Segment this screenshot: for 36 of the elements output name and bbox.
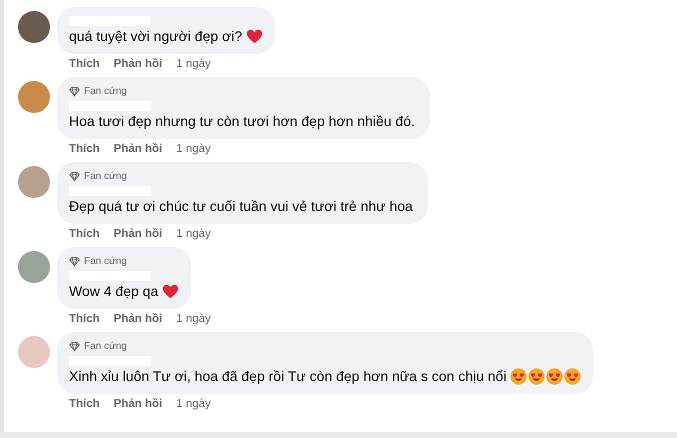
fan-label: Fan cứng [84,86,127,97]
comment-time[interactable]: 1 ngày [176,228,211,240]
reply-link[interactable]: Phản hồi [114,58,162,70]
reply-link[interactable]: Phản hồi [114,398,162,410]
comment-time[interactable]: 1 ngày [176,143,211,155]
like-link[interactable]: Thích [69,228,100,240]
fan-label: Fan cứng [84,171,127,182]
like-link[interactable]: Thích [69,58,100,70]
heart-icon [246,28,264,45]
comment-time[interactable]: 1 ngày [176,313,211,325]
comment-text: Đẹp quá tư ơi chúc tư cuối tuần vui vẻ tươi trẻ như hoa [69,197,413,216]
reply-link[interactable]: Phản hồi [114,228,162,240]
diamond-icon [69,171,80,182]
comment-text: Wow 4 đẹp qa [69,282,158,301]
like-link[interactable]: Thích [69,143,100,155]
avatar-placeholder[interactable] [18,81,50,113]
comment-time[interactable]: 1 ngày [176,58,211,70]
heart-eyes-emoji-icon [528,368,546,385]
like-link[interactable]: Thích [69,313,100,325]
avatar-placeholder[interactable] [18,11,50,43]
fan-label: Fan cứng [84,341,127,352]
diamond-icon [69,86,80,97]
comment-time[interactable]: 1 ngày [176,398,211,410]
heart-eyes-emoji-icon [546,368,564,385]
reply-link[interactable]: Phản hồi [114,143,162,155]
heart-eyes-emoji-icon [510,368,528,385]
like-link[interactable]: Thích [69,398,100,410]
diamond-icon [69,256,80,267]
reply-link[interactable]: Phản hồi [114,313,162,325]
fan-label: Fan cứng [84,256,127,267]
comment-text: Xinh xỉu luôn Tư ơi, hoa đã đẹp rồi Tư còn đẹp hơn nữa s con chịu nổi [69,367,506,386]
heart-icon [162,283,180,300]
comment-text: quá tuyệt vời người đẹp ơi? [69,27,242,46]
comment-text: Hoa tươi đẹp nhưng tư còn tươi hơn đẹp hơn nhiều đó. [69,112,415,131]
heart-eyes-emoji-icon [564,368,582,385]
diamond-icon [69,341,80,352]
